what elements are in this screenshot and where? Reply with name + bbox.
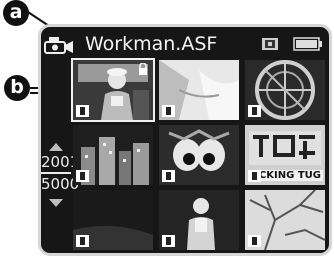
total-count: 5000 [41, 175, 80, 193]
scroll-down-arrow-icon[interactable] [49, 199, 63, 207]
thumbnail-dark[interactable] [73, 190, 153, 250]
battery-icon [293, 37, 322, 51]
video-clip-icon [76, 170, 89, 182]
video-clip-icon [248, 235, 261, 247]
thumbnail-fan[interactable] [245, 60, 325, 120]
scroll-up-arrow-icon[interactable] [49, 143, 63, 151]
camera-playback-screen: Workman.ASF 2001 5000 CKING TUG [38, 24, 332, 256]
thumbnail-person[interactable] [159, 190, 239, 250]
video-clip-icon [76, 235, 89, 247]
video-clip-icon [162, 170, 175, 182]
thumbnail-chinese-sign[interactable]: CKING TUG [245, 125, 325, 185]
thumbnail-night-city[interactable] [73, 125, 153, 185]
callout-a-label: a [3, 0, 29, 26]
status-bar: Workman.ASF [41, 27, 329, 55]
sign-caption: CKING TUG [256, 170, 323, 181]
thumbnail-workman[interactable] [71, 58, 155, 122]
file-name: Workman.ASF [85, 33, 218, 55]
page-counter: 2001 5000 [41, 153, 80, 193]
thumbnail-grid: CKING TUG [71, 58, 325, 253]
video-clip-icon [162, 235, 175, 247]
lock-icon [139, 63, 147, 75]
video-clip-icon [162, 105, 175, 117]
callout-b-label: b [4, 75, 30, 101]
current-index: 2001 [41, 153, 79, 174]
thumbnail-tree[interactable] [245, 190, 325, 250]
memory-card-icon [262, 38, 278, 50]
video-clip-icon [248, 170, 261, 182]
thumbnail-bright[interactable] [159, 60, 239, 120]
video-clip-icon [76, 105, 89, 117]
thumbnail-cartoon[interactable] [159, 125, 239, 185]
movie-camera-icon [44, 37, 73, 54]
video-clip-icon [248, 105, 261, 117]
